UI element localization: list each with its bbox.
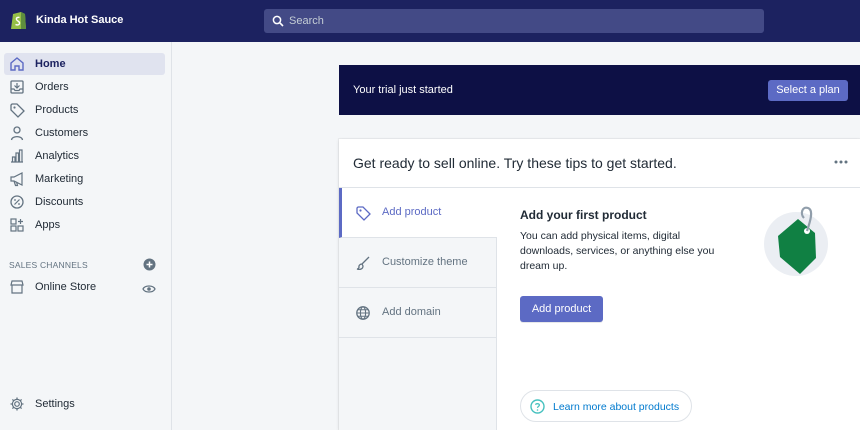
tips-tabs: Add product Customize theme Add domain [339, 188, 497, 430]
sidebar-item-apps[interactable]: Apps [4, 214, 165, 236]
sidebar-item-label: Products [35, 104, 79, 116]
detail-title: Add your first product [520, 208, 647, 222]
discount-icon [10, 195, 24, 209]
add-product-button[interactable]: Add product [520, 296, 603, 322]
tab-label: Add domain [382, 306, 441, 318]
more-options-icon[interactable] [834, 159, 848, 165]
sidebar-item-label: Apps [35, 219, 61, 231]
apps-icon [10, 218, 24, 232]
sidebar-item-customers[interactable]: Customers [4, 122, 165, 144]
sidebar-item-orders[interactable]: Orders [4, 76, 165, 98]
tab-label: Add product [382, 206, 442, 218]
gear-icon [10, 397, 24, 411]
person-icon [10, 126, 24, 141]
sidebar-item-label: Home [35, 58, 66, 70]
megaphone-icon [10, 172, 23, 187]
sidebar-item-label: Analytics [35, 150, 80, 162]
sidebar-item-products[interactable]: Products [4, 99, 165, 121]
trial-text: Your trial just started [353, 84, 453, 96]
learn-more-link[interactable]: Learn more about products [520, 390, 692, 422]
tab-customize-theme[interactable]: Customize theme [339, 238, 497, 288]
sidebar-item-marketing[interactable]: Marketing [4, 168, 165, 190]
top-bar: Kinda Hot Sauce Search [0, 0, 860, 42]
card-title: Get ready to sell online. Try these tips… [353, 155, 677, 171]
select-plan-button[interactable]: Select a plan [768, 80, 848, 101]
search-placeholder: Search [289, 15, 324, 27]
bar-chart-icon [11, 149, 23, 163]
sidebar-item-online-store[interactable]: Online Store [4, 276, 165, 298]
add-sales-channel-icon[interactable] [143, 258, 156, 271]
price-tag-illustration-icon [764, 206, 828, 276]
store-icon [10, 280, 24, 294]
tag-icon [356, 206, 371, 221]
search-bar[interactable]: Search [264, 9, 764, 33]
sidebar: Home Orders Products Customers Analytics… [0, 42, 172, 430]
sidebar-item-settings[interactable]: Settings [4, 393, 165, 415]
sidebar-item-label: Settings [35, 398, 75, 410]
brush-icon [356, 256, 370, 271]
sidebar-item-home[interactable]: Home [4, 53, 165, 75]
orders-icon [10, 80, 24, 94]
tab-add-product[interactable]: Add product [339, 188, 497, 238]
sidebar-item-label: Discounts [35, 196, 84, 208]
sidebar-item-label: Customers [35, 127, 89, 139]
sidebar-item-discounts[interactable]: Discounts [4, 191, 165, 213]
search-icon [272, 15, 284, 27]
sidebar-item-label: Orders [35, 81, 69, 93]
home-icon [10, 57, 24, 71]
tag-icon [10, 103, 25, 118]
trial-banner: Your trial just started Select a plan [339, 65, 860, 115]
tab-add-domain[interactable]: Add domain [339, 288, 497, 338]
store-name[interactable]: Kinda Hot Sauce [36, 14, 123, 26]
sidebar-item-label: Online Store [35, 281, 97, 293]
help-circle-icon [530, 399, 545, 414]
sidebar-item-analytics[interactable]: Analytics [4, 145, 165, 167]
eye-icon[interactable] [142, 283, 156, 295]
tab-label: Customize theme [382, 256, 468, 268]
sidebar-item-label: Marketing [35, 173, 84, 185]
sales-channels-heading: SALES CHANNELS [9, 260, 88, 270]
detail-body: You can add physical items, digital down… [520, 230, 715, 272]
learn-more-text: Learn more about products [553, 401, 680, 413]
shopify-logo-icon[interactable] [10, 10, 27, 30]
tips-card: Get ready to sell online. Try these tips… [339, 139, 860, 430]
globe-icon [356, 306, 370, 320]
